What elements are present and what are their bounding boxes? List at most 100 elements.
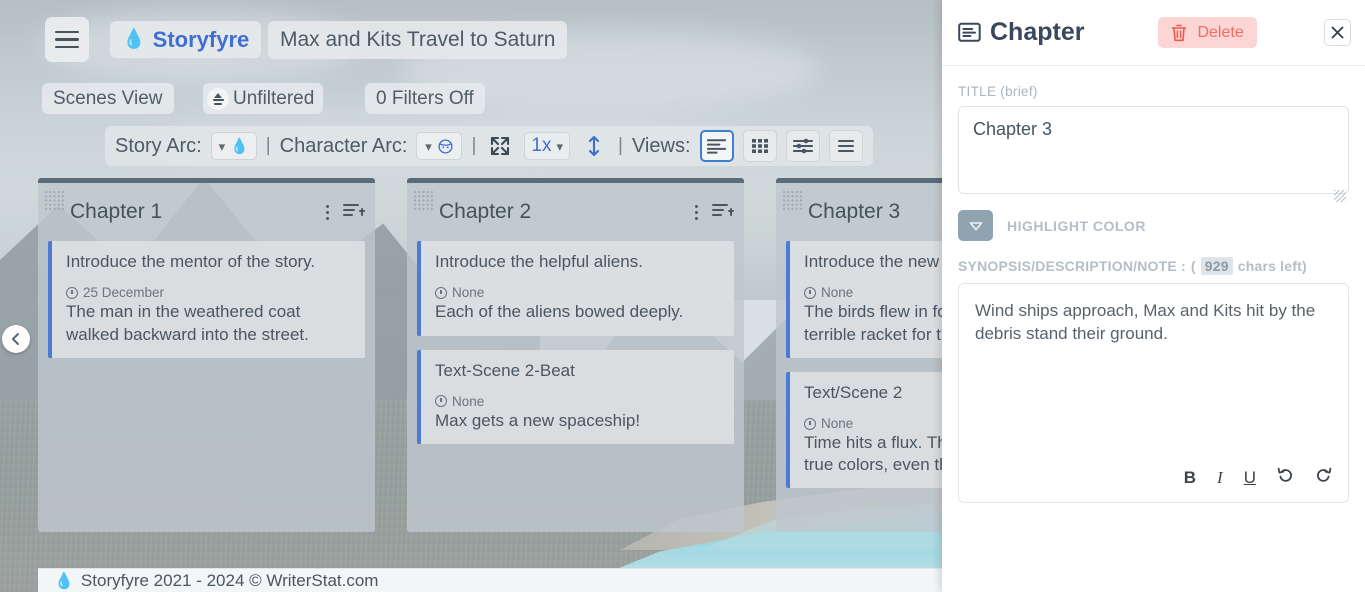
synopsis-editor[interactable]: Wind ships approach, Max and Kits hit by… xyxy=(958,283,1349,503)
storyfyre-app: 💧 Storyfyre Max and Kits Travel to Satur… xyxy=(0,0,1365,592)
view-extra-button[interactable] xyxy=(829,130,863,162)
clock-icon xyxy=(435,287,447,299)
synopsis-text: Wind ships approach, Max and Kits hit by… xyxy=(975,300,1332,346)
story-title-field[interactable]: Max and Kits Travel to Saturn xyxy=(268,21,567,59)
clock-icon xyxy=(804,418,816,430)
grid-view-icon xyxy=(751,138,769,154)
highlight-color-row: HIGHLIGHT COLOR xyxy=(942,194,1365,241)
scene-title: Introduce the helpful aliens. xyxy=(435,251,722,273)
column-title: Chapter 3 xyxy=(808,200,900,224)
character-arc-select[interactable]: ▾ xyxy=(416,132,462,160)
menu-line xyxy=(55,46,79,49)
scene-time-label: 25 December xyxy=(83,285,164,300)
column-menu-icon[interactable] xyxy=(326,205,329,220)
column-header: Chapter 2 xyxy=(417,183,734,241)
scenes-view-button[interactable]: Scenes View xyxy=(42,83,174,114)
flame-icon: 💧 xyxy=(54,571,74,591)
vertical-arrows-icon[interactable] xyxy=(579,132,609,160)
drag-handle-icon[interactable] xyxy=(782,190,804,210)
view-sliders-button[interactable] xyxy=(786,130,820,162)
scene-card[interactable]: Text-Scene 2-Beat None Max gets a new sp… xyxy=(417,350,734,445)
sliders-view-icon xyxy=(793,138,813,154)
scenes-view-label: Scenes View xyxy=(53,88,163,110)
document-icon xyxy=(958,22,981,43)
scene-title: Text-Scene 2-Beat xyxy=(435,360,722,382)
separator: | xyxy=(618,135,623,157)
view-grid-button[interactable] xyxy=(743,130,777,162)
chevron-down-icon: ▾ xyxy=(556,140,563,153)
face-icon xyxy=(437,138,454,155)
close-panel-button[interactable] xyxy=(1324,19,1351,46)
zoom-level-label: 1x xyxy=(531,135,551,157)
column-title: Chapter 1 xyxy=(70,200,162,224)
chapter-detail-panel: Chapter Delete TITLE (brief) xyxy=(942,0,1365,592)
scene-time: 25 December xyxy=(66,285,353,300)
scene-time-label: None xyxy=(821,416,853,431)
highlight-color-button[interactable] xyxy=(958,210,993,241)
drag-handle-icon[interactable] xyxy=(413,190,435,210)
character-arc-label: Character Arc: xyxy=(280,135,408,158)
delete-label: Delete xyxy=(1197,24,1243,42)
chapter-column[interactable]: Chapter 1 Introduce the mentor of the st… xyxy=(38,178,375,532)
undo-button[interactable] xyxy=(1277,467,1294,488)
title-input[interactable] xyxy=(958,106,1349,194)
brand-button[interactable]: 💧 Storyfyre xyxy=(110,21,261,58)
close-icon xyxy=(1331,26,1344,39)
separator: | xyxy=(471,135,476,157)
bold-button[interactable]: B xyxy=(1184,468,1196,488)
column-header: Chapter 1 xyxy=(48,183,365,241)
flame-icon: 💧 xyxy=(230,137,249,155)
italic-button[interactable]: I xyxy=(1217,468,1223,488)
synopsis-label-row: SYNOPSIS/DESCRIPTION/NOTE : ( 929 chars … xyxy=(942,241,1365,283)
hamburger-menu-icon[interactable] xyxy=(45,17,89,62)
scene-card[interactable]: Introduce the mentor of the story. 25 De… xyxy=(48,241,365,358)
triangle-down-icon xyxy=(969,221,983,231)
separator: | xyxy=(266,135,271,157)
panel-title-label: Chapter xyxy=(990,18,1084,47)
menu-line xyxy=(55,31,79,34)
scene-body: Max gets a new spaceship! xyxy=(435,410,722,432)
add-scene-icon[interactable] xyxy=(343,202,365,223)
clock-icon xyxy=(66,287,78,299)
chevron-down-icon: ▾ xyxy=(219,140,226,153)
filter-icon xyxy=(207,88,229,110)
filters-off-label: 0 Filters Off xyxy=(376,88,474,110)
chars-left-prefix: ( xyxy=(1191,258,1196,274)
collapse-sidebar-button[interactable] xyxy=(2,325,30,353)
undo-icon xyxy=(1277,467,1294,483)
filters-off-button[interactable]: 0 Filters Off xyxy=(365,83,485,114)
chapter-column[interactable]: Chapter 2 Introduce the helpful aliens. … xyxy=(407,178,744,532)
scene-time: None xyxy=(435,285,722,300)
drag-handle-icon[interactable] xyxy=(44,190,66,210)
redo-button[interactable] xyxy=(1315,467,1332,488)
scene-card[interactable]: Introduce the helpful aliens. None Each … xyxy=(417,241,734,336)
unfiltered-button[interactable]: Unfiltered xyxy=(203,83,323,114)
menu-line xyxy=(55,38,79,41)
chevron-left-icon xyxy=(9,332,23,346)
story-arc-label: Story Arc: xyxy=(115,135,202,158)
underline-button[interactable]: U xyxy=(1244,468,1256,488)
scene-time-label: None xyxy=(452,394,484,409)
scene-time-label: None xyxy=(821,285,853,300)
trash-icon xyxy=(1171,24,1187,42)
expand-arrows-icon[interactable] xyxy=(485,132,515,160)
column-menu-icon[interactable] xyxy=(695,205,698,220)
scene-title: Introduce the mentor of the story. xyxy=(66,251,353,273)
clock-icon xyxy=(804,287,816,299)
view-list-button[interactable] xyxy=(700,130,734,162)
delete-button[interactable]: Delete xyxy=(1158,17,1256,48)
scene-time-label: None xyxy=(452,285,484,300)
scene-body: Each of the aliens bowed deeply. xyxy=(435,301,722,323)
footer: 💧 Storyfyre 2021 - 2024 © WriterStat.com xyxy=(38,568,942,592)
panel-title: Chapter xyxy=(958,18,1084,47)
title-field-label: TITLE (brief) xyxy=(942,66,1365,106)
chars-left-suffix: chars left) xyxy=(1238,258,1307,274)
arc-toolbar: Story Arc: ▾ 💧 | Character Arc: ▾ | 1x ▾ xyxy=(105,126,873,166)
clock-icon xyxy=(435,395,447,407)
list-view-icon xyxy=(707,138,726,154)
story-arc-select[interactable]: ▾ 💧 xyxy=(211,132,257,160)
add-scene-icon[interactable] xyxy=(712,202,734,223)
brand-label: Storyfyre xyxy=(153,27,250,53)
zoom-level-select[interactable]: 1x ▾ xyxy=(524,132,570,160)
column-title: Chapter 2 xyxy=(439,200,531,224)
